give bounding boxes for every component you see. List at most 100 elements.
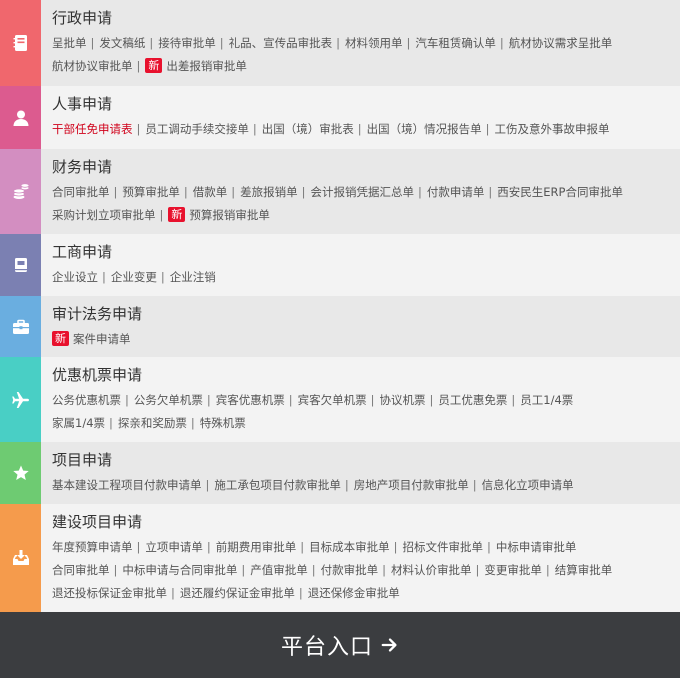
link-item[interactable]: 工伤及意外事故申报单	[495, 122, 610, 136]
link-item[interactable]: 中标申请审批单	[496, 540, 577, 554]
link-item[interactable]: 退还投标保证金审批单	[52, 586, 167, 600]
link-item[interactable]: 退还保修金审批单	[308, 586, 400, 600]
separator: |	[252, 122, 257, 136]
link-item[interactable]: 汽车租赁确认单	[415, 36, 496, 50]
link-item[interactable]: 宾客欠单机票	[298, 393, 367, 407]
link-item-new[interactable]: 新出差报销审批单	[145, 58, 247, 73]
separator: |	[300, 540, 305, 554]
link-item[interactable]: 宾客优惠机票	[216, 393, 285, 407]
link-item[interactable]: 目标成本审批单	[309, 540, 390, 554]
link-item[interactable]: 员工调动手续交接单	[145, 122, 249, 136]
separator: |	[171, 586, 175, 600]
separator: |	[136, 59, 141, 73]
separator: |	[136, 122, 141, 136]
link-item[interactable]: 合同审批单	[52, 563, 110, 577]
section-title: 人事申请	[52, 95, 113, 113]
separator: |	[406, 36, 411, 50]
link-item[interactable]: 合同审批单	[52, 185, 110, 199]
link-item[interactable]: 前期费用审批单	[216, 540, 297, 554]
separator: |	[219, 36, 224, 50]
inbox-download-icon	[12, 550, 29, 565]
link-item-highlight[interactable]: 干部任免申请表	[52, 122, 133, 136]
link-item[interactable]: 探亲和奖励票	[118, 416, 187, 430]
link-item[interactable]: 材料认价审批单	[391, 563, 472, 577]
separator: |	[149, 36, 154, 50]
section-caiwu: 财务申请 合同审批单 | 预算审批单 | 借款单 | 差旅报销单 | 会计报销凭据汇总单 | 付款申…	[0, 149, 680, 234]
coins-icon	[12, 182, 29, 199]
link-item[interactable]: 年度预算申请单	[52, 540, 133, 554]
star-icon	[12, 465, 29, 480]
platform-entry-button[interactable]: 平台入口	[0, 612, 680, 678]
arrow-right-icon	[381, 638, 397, 652]
new-badge: 新	[168, 207, 186, 222]
separator: |	[206, 393, 211, 407]
link-item[interactable]: 家属1/4票	[52, 416, 105, 430]
link-item[interactable]: 公务欠单机票	[134, 393, 203, 407]
new-badge: 新	[145, 58, 163, 73]
link-item[interactable]: 出国（境）情况报告单	[367, 122, 482, 136]
link-list: 企业设立 | 企业变更 | 企业注销	[52, 266, 680, 289]
separator: |	[344, 478, 349, 492]
link-item[interactable]: 发文稿纸	[99, 36, 145, 50]
link-item[interactable]: 呈批单	[52, 36, 87, 50]
link-item[interactable]: 借款单	[193, 185, 228, 199]
platform-entry-label: 平台入口	[280, 635, 373, 660]
section-title: 建设项目申请	[52, 513, 143, 531]
section-title: 审计法务申请	[52, 305, 143, 323]
section-content: 行政申请 呈批单 | 发文稿纸 | 接待审批单 | 礼品、宣传品审批表 | 材料领用单 | 汽车租赁…	[41, 0, 680, 86]
link-item[interactable]: 采购计划立项审批单	[52, 208, 156, 222]
link-item[interactable]: 公务优惠机票	[52, 393, 121, 407]
separator: |	[125, 393, 129, 407]
link-item[interactable]: 基本建设工程项目付款申请单	[52, 478, 202, 492]
section-icon-bar	[0, 357, 41, 442]
link-list: 干部任免申请表 | 员工调动手续交接单 | 出国（境）审批表 | 出国（境）情况报告单 | 工伤…	[52, 118, 680, 141]
airplane-icon	[11, 391, 29, 408]
link-item[interactable]: 立项申请单	[145, 540, 203, 554]
link-item[interactable]: 预算审批单	[122, 185, 180, 199]
link-item[interactable]: 变更审批单	[484, 563, 542, 577]
link-item[interactable]: 付款审批单	[321, 563, 379, 577]
separator: |	[311, 563, 316, 577]
section-shenji: 审计法务申请 新案件申请单	[0, 296, 680, 357]
link-item[interactable]: 特殊机票	[200, 416, 246, 430]
separator: |	[205, 478, 210, 492]
link-item[interactable]: 企业变更	[111, 270, 157, 284]
link-item[interactable]: 施工承包项目付款审批单	[214, 478, 341, 492]
link-item[interactable]: 差旅报销单	[240, 185, 298, 199]
link-item[interactable]: 企业设立	[52, 270, 98, 284]
link-item[interactable]: 航材协议需求呈批单	[509, 36, 613, 50]
separator: |	[241, 563, 246, 577]
separator: |	[183, 185, 188, 199]
link-item[interactable]: 员工1/4票	[520, 393, 573, 407]
link-item[interactable]: 企业注销	[170, 270, 216, 284]
separator: |	[288, 393, 293, 407]
link-item[interactable]: 礼品、宣传品审批表	[229, 36, 333, 50]
link-item[interactable]: 招标文件审批单	[403, 540, 484, 554]
link-item[interactable]: 出国（境）审批表	[262, 122, 354, 136]
link-item[interactable]: 中标申请与合同审批单	[122, 563, 237, 577]
section-xingzheng: 行政申请 呈批单 | 发文稿纸 | 接待审批单 | 礼品、宣传品审批表 | 材料领用单 | 汽车租赁…	[0, 0, 680, 86]
link-item[interactable]: 产值审批单	[250, 563, 308, 577]
link-item[interactable]: 结算审批单	[555, 563, 613, 577]
link-item[interactable]: 协议机票	[380, 393, 426, 407]
separator: |	[159, 208, 164, 222]
link-item-new[interactable]: 新预算报销审批单	[168, 207, 270, 222]
link-item[interactable]: 材料领用单	[345, 36, 403, 50]
link-item[interactable]: 会计报销凭据汇总单	[311, 185, 415, 199]
link-item-new[interactable]: 新案件申请单	[52, 331, 131, 346]
link-item[interactable]: 航材协议审批单	[52, 59, 133, 73]
section-renshi: 人事申请 干部任免申请表 | 员工调动手续交接单 | 出国（境）审批表 | 出国（境）情况报…	[0, 86, 680, 149]
separator: |	[429, 393, 434, 407]
separator: |	[382, 563, 386, 577]
link-item[interactable]: 付款申请单	[427, 185, 485, 199]
link-item[interactable]: 接待审批单	[158, 36, 216, 50]
link-item[interactable]: 西安民生ERP合同审批单	[497, 185, 623, 199]
separator: |	[298, 586, 303, 600]
link-item[interactable]: 员工优惠免票	[438, 393, 507, 407]
section-icon-bar	[0, 149, 41, 234]
link-item[interactable]: 退还履约保证金审批单	[180, 586, 295, 600]
separator: |	[485, 122, 490, 136]
link-item[interactable]: 房地产项目付款审批单	[354, 478, 469, 492]
link-item[interactable]: 信息化立项申请单	[482, 478, 574, 492]
link-label: 案件申请单	[73, 332, 131, 346]
